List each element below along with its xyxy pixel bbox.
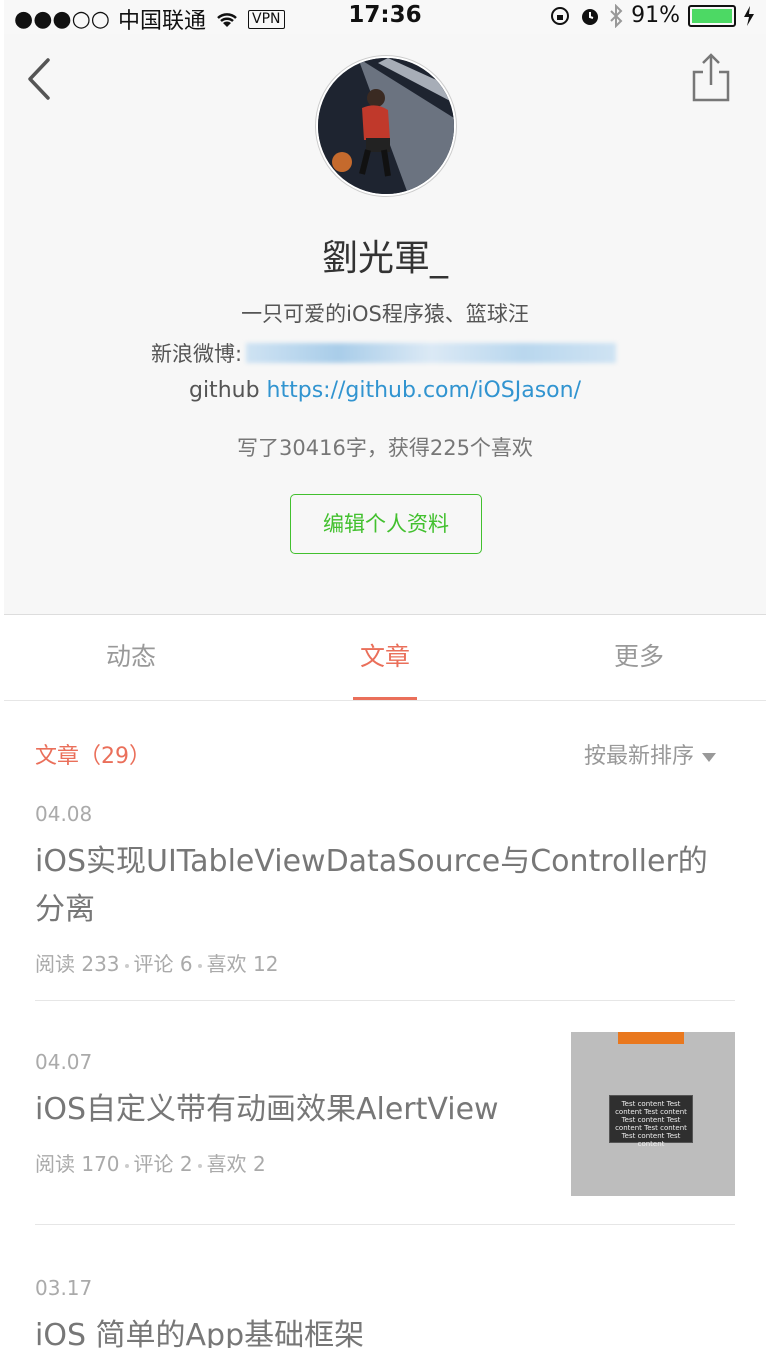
list-header: 文章（29） 按最新排序: [4, 700, 766, 790]
article-likes: 喜欢 2: [206, 1152, 266, 1176]
status-bar: ●●●○○ 中国联通 VPN 17:36 91%: [4, 0, 766, 34]
battery-percent: 91%: [631, 3, 680, 28]
article-likes: 喜欢 12: [206, 952, 279, 976]
chevron-left-icon[interactable]: [22, 56, 62, 102]
tab-more[interactable]: 更多: [512, 615, 766, 700]
alarm-icon: [582, 8, 599, 25]
avatar[interactable]: [316, 56, 456, 196]
list-item[interactable]: 04.08 iOS实现UITableViewDataSource与Control…: [35, 802, 735, 1001]
weibo-row: 新浪微博:: [151, 338, 617, 368]
tab-activity[interactable]: 动态: [4, 615, 258, 700]
caret-down-icon: [702, 752, 716, 762]
article-reads: 阅读 170: [35, 1152, 120, 1176]
share-icon[interactable]: [686, 52, 736, 104]
list-item[interactable]: 04.07 iOS自定义带有动画效果AlertView 阅读 170 评论 2 喜欢…: [35, 1032, 735, 1225]
sort-dropdown[interactable]: 按最新排序: [584, 738, 716, 770]
thumbnail-alert-box: Test content Test content Test content T…: [609, 1095, 693, 1148]
status-right: 91%: [549, 3, 754, 28]
profile-bio: 一只可爱的iOS程序猿、篮球汪: [241, 302, 529, 326]
article-meta: 阅读 233 评论 6 喜欢 12: [35, 948, 735, 977]
list-item[interactable]: 03.17 iOS 简单的App基础框架: [35, 1276, 735, 1348]
profile-name: 劉光軍_: [321, 238, 448, 279]
github-link[interactable]: https://github.com/iOSJason/: [267, 378, 581, 403]
article-thumbnail[interactable]: Test content Test content Test content T…: [571, 1032, 735, 1196]
bluetooth-icon: [610, 3, 623, 28]
sort-label: 按最新排序: [583, 744, 694, 769]
rotation-lock-icon: [551, 6, 570, 25]
article-date: 04.08: [35, 802, 93, 826]
article-title[interactable]: iOS实现UITableViewDataSource与Controller的分离: [35, 838, 735, 934]
article-reads: 阅读 233: [35, 952, 120, 976]
article-count-title: 文章（29）: [35, 744, 151, 769]
article-comments: 评论 2: [133, 1152, 193, 1176]
tab-bar: 动态 文章 更多: [4, 615, 766, 701]
article-comments: 评论 6: [133, 952, 193, 976]
charging-icon: [744, 5, 754, 26]
tab-articles[interactable]: 文章: [258, 615, 512, 700]
weibo-link-blurred[interactable]: [246, 343, 617, 363]
article-date: 03.17: [35, 1276, 93, 1300]
github-row: github https://github.com/iOSJason/: [4, 378, 766, 403]
weibo-label: 新浪微博:: [151, 342, 243, 366]
edit-profile-button[interactable]: 编辑个人资料: [290, 494, 482, 554]
github-label: github: [188, 378, 260, 403]
avatar-photo: [318, 58, 454, 194]
battery-icon: [688, 4, 736, 27]
article-title[interactable]: iOS 简单的App基础框架: [35, 1312, 735, 1348]
app-frame: ●●●○○ 中国联通 VPN 17:36 91% 劉光軍_ 一只可爱的iOS程序…: [4, 0, 766, 1348]
profile-stats: 写了30416字，获得225个喜欢: [237, 436, 533, 460]
profile-header: 劉光軍_ 一只可爱的iOS程序猿、篮球汪 新浪微博: github https:…: [4, 56, 766, 615]
